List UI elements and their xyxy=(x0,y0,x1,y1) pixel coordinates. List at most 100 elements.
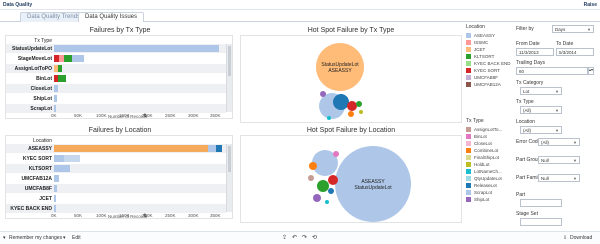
bar[interactable] xyxy=(54,75,66,82)
from-date-input[interactable]: 11/3/2013 xyxy=(516,48,554,56)
scrollbar[interactable] xyxy=(226,144,232,212)
legend-swatch xyxy=(466,141,471,146)
tab-data-quality-issues[interactable]: Data Quality Issues xyxy=(78,12,145,22)
legend-item[interactable]: KLTSORT xyxy=(466,53,514,60)
bubble[interactable] xyxy=(327,116,331,120)
share-icon[interactable]: ⇪ xyxy=(282,234,287,241)
bubble[interactable] xyxy=(348,111,354,117)
redo-icon[interactable]: ↷ xyxy=(302,234,307,241)
bubble[interactable] xyxy=(308,175,314,181)
tick-label: 100K xyxy=(96,113,107,118)
bubble[interactable] xyxy=(320,91,326,97)
part-input[interactable] xyxy=(520,199,562,207)
scrollbar-thumb[interactable] xyxy=(228,146,231,172)
table-row[interactable]: AssignLotToPO xyxy=(6,64,226,73)
legend-item[interactable]: ScrapLot xyxy=(466,189,514,196)
table-row[interactable]: ScrapLot xyxy=(6,104,226,113)
bubble[interactable] xyxy=(328,188,334,194)
bubble[interactable] xyxy=(359,110,363,114)
table-row[interactable]: UMCFAB8F xyxy=(6,184,226,193)
caret-down-icon[interactable]: ▾ xyxy=(3,235,6,241)
table-row[interactable]: ShipLot xyxy=(6,94,226,103)
bar[interactable] xyxy=(54,85,58,92)
legend-item[interactable]: ISSMC xyxy=(466,39,514,46)
legend-item[interactable]: UMCFAB12A xyxy=(466,81,514,88)
spinner-icon[interactable]: ▴▾ xyxy=(588,67,594,75)
legend-item[interactable]: CombineLot xyxy=(466,147,514,154)
legend-item[interactable]: BinLot xyxy=(466,133,514,140)
legend-item[interactable]: KYEC BACK END xyxy=(466,60,514,67)
filter-by-select[interactable]: Days ▼ xyxy=(552,25,594,33)
table-row[interactable]: KYEC BACK END xyxy=(6,204,226,213)
table-row[interactable]: CloseLot xyxy=(6,84,226,93)
bar[interactable] xyxy=(54,175,59,182)
location-select[interactable]: (All) ▼ xyxy=(520,126,562,134)
bar[interactable] xyxy=(54,195,56,202)
scrollbar-thumb[interactable] xyxy=(228,46,231,76)
legend-item[interactable]: AssignLotTo... xyxy=(466,126,514,133)
bar[interactable] xyxy=(54,185,57,192)
legend-item[interactable]: ShipLot xyxy=(466,196,514,203)
legend-item[interactable]: UMCFAB8F xyxy=(466,74,514,81)
download-icon[interactable]: ⇩ xyxy=(563,235,567,241)
bar[interactable] xyxy=(54,65,62,72)
revert-icon[interactable]: ⟲ xyxy=(312,234,317,241)
legend-item[interactable]: QtyUpdateLot xyxy=(466,175,514,182)
table-row[interactable]: KYEC SORT xyxy=(6,154,226,163)
sort-icon[interactable]: ⇅ xyxy=(143,113,147,119)
download-button[interactable]: Download xyxy=(570,235,592,241)
bubble[interactable] xyxy=(356,101,362,107)
bar[interactable] xyxy=(54,45,219,52)
legend-title: Tx Type xyxy=(466,118,484,124)
legend-item[interactable]: HoldLot xyxy=(466,161,514,168)
bubble[interactable] xyxy=(313,194,321,202)
bubble[interactable] xyxy=(333,94,349,110)
raise-link[interactable]: Raise xyxy=(584,2,597,8)
legend-item[interactable]: JCET xyxy=(466,46,514,53)
table-row[interactable]: BinLot xyxy=(6,74,226,83)
stage-set-input[interactable] xyxy=(520,218,562,226)
table-row[interactable]: ASEASSY xyxy=(6,144,226,153)
tab-data-quality-trends[interactable]: Data Quality Trends xyxy=(20,12,88,22)
bubble[interactable] xyxy=(309,162,317,170)
bubble[interactable] xyxy=(333,151,339,157)
bar-segment xyxy=(208,145,216,152)
legend-swatch xyxy=(466,75,471,80)
legend-swatch xyxy=(466,82,471,87)
to-date-input[interactable]: 5/3/2014 xyxy=(556,48,594,56)
legend-item[interactable]: KYEC SORT xyxy=(466,67,514,74)
scrollbar[interactable] xyxy=(226,44,232,112)
bar[interactable] xyxy=(54,145,222,152)
table-row[interactable]: JCET xyxy=(6,194,226,203)
bubble[interactable] xyxy=(347,101,357,111)
table-row[interactable]: UMCFAB12A xyxy=(6,174,226,183)
legend-item[interactable]: ReleaseLot xyxy=(466,182,514,189)
part-group-select[interactable]: Null ▼ xyxy=(538,156,580,164)
legend-swatch xyxy=(466,61,471,66)
bubble[interactable] xyxy=(317,180,329,192)
table-row[interactable]: KLTSORT xyxy=(6,164,226,173)
table-row[interactable]: StageMoveLot xyxy=(6,54,226,63)
tx-category-select[interactable]: Lot ▼ xyxy=(520,87,562,95)
edit-button[interactable]: Edit xyxy=(72,235,81,241)
undo-icon[interactable]: ↶ xyxy=(292,234,297,241)
error-code-select[interactable]: (All) ▼ xyxy=(538,138,580,146)
table-row[interactable]: StatusUpdateLot xyxy=(6,44,226,53)
bar[interactable] xyxy=(54,105,56,112)
trailing-days-input[interactable]: 60 xyxy=(516,67,588,75)
legend-item[interactable]: CloseLot xyxy=(466,140,514,147)
legend-item[interactable]: FinalShipLot xyxy=(466,154,514,161)
bar[interactable] xyxy=(54,205,56,212)
bar[interactable] xyxy=(54,155,80,162)
legend-item[interactable]: ASEASSY xyxy=(466,32,514,39)
bubble[interactable] xyxy=(325,200,329,204)
bubble[interactable] xyxy=(328,175,338,185)
part-family-select[interactable]: Null ▼ xyxy=(538,174,580,182)
remember-changes-button[interactable]: Remember my changes xyxy=(9,235,62,241)
legend-item[interactable]: LotNameCh... xyxy=(466,168,514,175)
bar[interactable] xyxy=(54,95,57,102)
bar[interactable] xyxy=(54,55,84,62)
sort-icon[interactable]: ⇅ xyxy=(143,213,147,219)
tx-type-select[interactable]: (All) ▼ xyxy=(520,106,562,114)
bar[interactable] xyxy=(54,165,70,172)
